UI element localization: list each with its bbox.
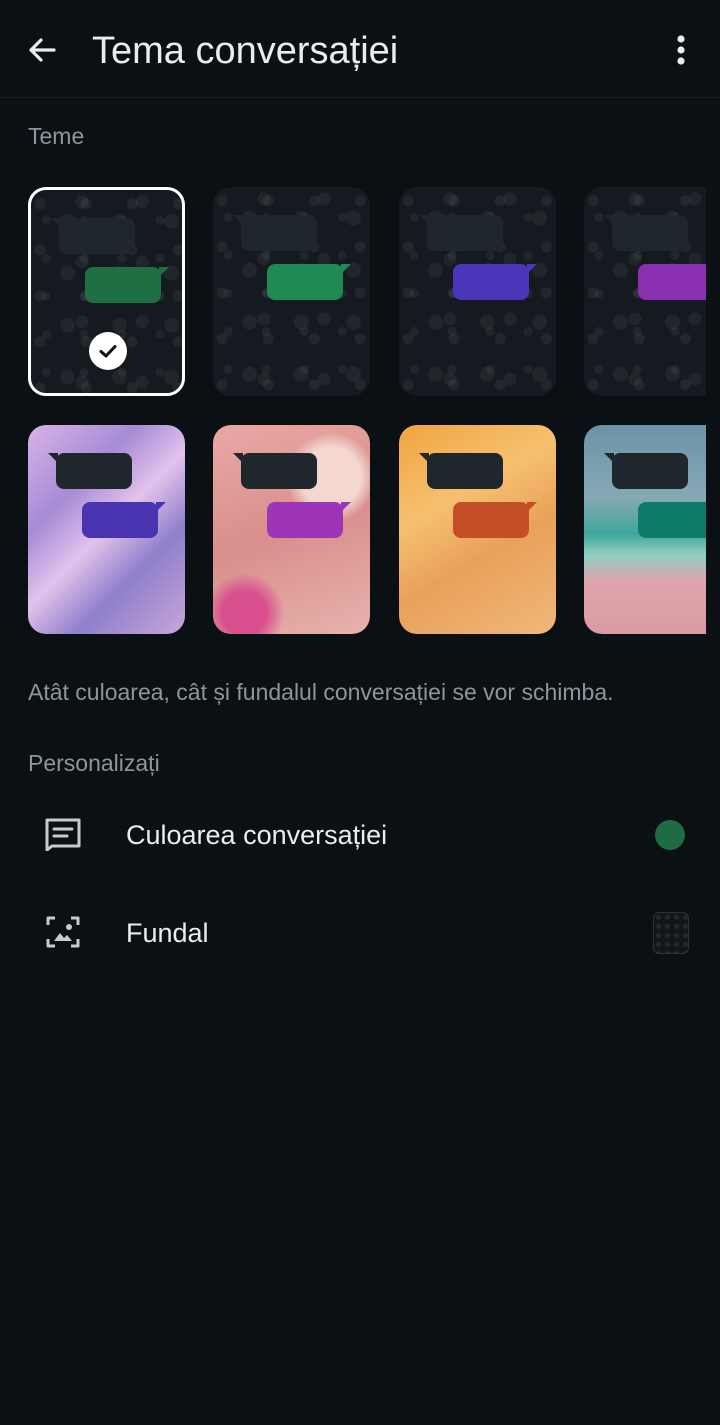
customize-section-label: Personalizați xyxy=(28,750,160,776)
arrow-left-icon xyxy=(29,38,56,62)
page-title: Tema conversației xyxy=(92,30,399,72)
theme-tile-8[interactable] xyxy=(584,425,706,634)
incoming-bubble xyxy=(419,215,503,251)
theme-tile-2[interactable] xyxy=(213,187,370,396)
theme-tile-1[interactable] xyxy=(28,187,185,396)
outgoing-bubble xyxy=(85,267,169,303)
outgoing-bubble xyxy=(267,264,351,300)
theme-tile-4[interactable] xyxy=(584,187,706,396)
incoming-bubble xyxy=(233,453,317,489)
theme-tile-3[interactable] xyxy=(399,187,556,396)
wallpaper-label: Fundal xyxy=(126,918,209,948)
theme-tile-6[interactable] xyxy=(213,425,370,634)
chat-color-icon xyxy=(40,811,86,857)
themes-section-label: Teme xyxy=(28,123,85,149)
themes-grid xyxy=(28,187,706,637)
outgoing-bubble xyxy=(638,502,706,538)
wallpaper-row[interactable]: Fundal xyxy=(0,887,720,983)
outgoing-bubble xyxy=(453,502,537,538)
back-button[interactable] xyxy=(18,26,66,74)
outgoing-bubble xyxy=(638,264,706,300)
chat-color-row[interactable]: Culoarea conversației xyxy=(0,789,720,885)
chat-color-label: Culoarea conversației xyxy=(126,820,388,850)
app-bar: Tema conversației xyxy=(0,0,720,98)
incoming-bubble xyxy=(604,215,688,251)
wallpaper-thumbnail xyxy=(653,912,689,954)
more-vert-icon xyxy=(677,35,685,65)
more-options-button[interactable] xyxy=(658,26,704,74)
incoming-bubble xyxy=(51,218,135,254)
selected-check-icon xyxy=(89,332,127,370)
themes-info-text: Atât culoarea, cât și fundalul conversaț… xyxy=(28,679,614,705)
incoming-bubble xyxy=(233,215,317,251)
outgoing-bubble xyxy=(82,502,166,538)
chat-color-swatch xyxy=(655,820,685,850)
incoming-bubble xyxy=(419,453,503,489)
outgoing-bubble xyxy=(267,502,351,538)
incoming-bubble xyxy=(48,453,132,489)
theme-tile-5[interactable] xyxy=(28,425,185,634)
outgoing-bubble xyxy=(453,264,537,300)
theme-tile-7[interactable] xyxy=(399,425,556,634)
incoming-bubble xyxy=(604,453,688,489)
wallpaper-icon xyxy=(40,909,86,955)
